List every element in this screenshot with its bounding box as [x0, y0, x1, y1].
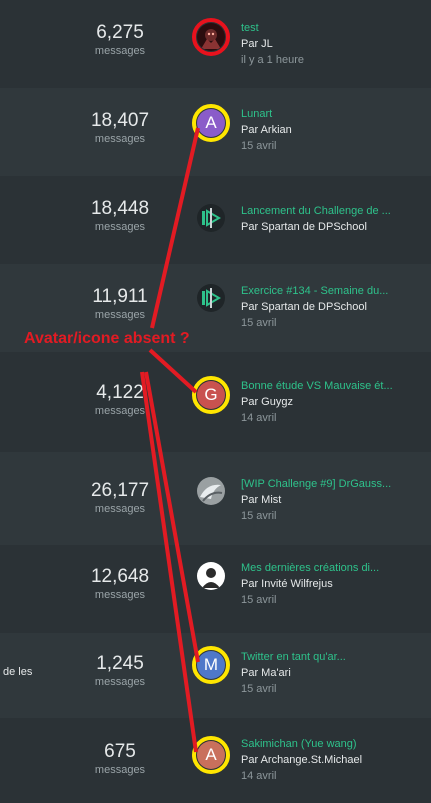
topic-info: test Par JL il y a 1 heure [241, 20, 421, 68]
count-label: messages [94, 405, 146, 417]
dpschool-logo-icon [197, 204, 225, 232]
count-label: messages [94, 221, 146, 233]
count-label: messages [94, 309, 146, 321]
topic-title-link[interactable]: Bonne étude VS Mauvaise ét... [241, 378, 421, 394]
topic-title-link[interactable]: Mes dernières créations di... [241, 560, 421, 576]
topic-author: Par Invité Wilfrejus [241, 578, 333, 590]
count-label: messages [94, 133, 146, 145]
topic-date: 14 avril [241, 770, 277, 782]
topic-author: Par Mist [241, 494, 282, 506]
message-count: 26,177 messages [60, 480, 180, 516]
highlight-ring [192, 646, 230, 684]
avatar[interactable]: A [192, 736, 230, 774]
avatar[interactable]: A [192, 104, 230, 142]
topic-author: Par Guygz [241, 396, 293, 408]
message-count: 12,648 messages [60, 566, 180, 602]
count-value: 18,448 [90, 198, 150, 219]
topic-title-link[interactable]: Exercice #134 - Semaine du... [241, 283, 421, 299]
topic-info: Sakimichan (Yue wang) Par Archange.St.Mi… [241, 736, 421, 784]
message-count: 1,245 messages [60, 653, 180, 689]
topic-author: Par Ma'ari [241, 667, 291, 679]
message-count: 18,407 messages [60, 110, 180, 146]
count-value: 26,177 [90, 480, 150, 501]
topic-author: Par Archange.St.Michael [241, 754, 363, 766]
topic-date: 15 avril [241, 140, 277, 152]
message-count: 4,122 messages [60, 382, 180, 418]
message-count: 18,448 messages [60, 198, 180, 234]
count-label: messages [94, 676, 146, 688]
default-user-icon [197, 562, 225, 590]
highlight-ring [192, 736, 230, 774]
annotation-text: Avatar/icone absent ? [24, 330, 190, 347]
count-label: messages [94, 45, 146, 57]
topic-info: Bonne étude VS Mauvaise ét... Par Guygz … [241, 378, 421, 426]
topic-date: 14 avril [241, 412, 277, 424]
count-label: messages [94, 764, 146, 776]
count-label: messages [94, 589, 146, 601]
topic-title-link[interactable]: Lancement du Challenge de ... [241, 203, 421, 219]
topic-date: 15 avril [241, 317, 277, 329]
dpschool-logo-icon [197, 284, 225, 312]
topic-date: il y a 1 heure [241, 54, 304, 66]
topic-title-link[interactable]: test [241, 20, 421, 36]
topic-author: Par Spartan de DPSchool [241, 301, 367, 313]
avatar[interactable] [196, 283, 226, 313]
topic-author: Par Spartan de DPSchool [241, 221, 367, 233]
message-count: 675 messages [60, 741, 180, 777]
count-label: messages [94, 503, 146, 515]
count-value: 18,407 [90, 110, 150, 131]
topic-author: Par Arkian [241, 124, 292, 136]
topic-info: [WIP Challenge #9] DrGauss... Par Mist 1… [241, 476, 421, 524]
count-value: 1,245 [96, 653, 144, 674]
avatar[interactable] [192, 18, 230, 56]
avatar[interactable]: M [192, 646, 230, 684]
highlight-ring [192, 18, 230, 56]
topic-title-link[interactable]: [WIP Challenge #9] DrGauss... [241, 476, 421, 492]
topic-info: Mes dernières créations di... Par Invité… [241, 560, 421, 608]
count-value: 12,648 [90, 566, 150, 587]
count-value: 6,275 [96, 22, 144, 43]
topic-info: Twitter en tant qu'ar... Par Ma'ari 15 a… [241, 649, 421, 697]
topic-title-link[interactable]: Sakimichan (Yue wang) [241, 736, 421, 752]
topic-info: Exercice #134 - Semaine du... Par Sparta… [241, 283, 421, 331]
topic-title-link[interactable]: Twitter en tant qu'ar... [241, 649, 421, 665]
avatar[interactable] [196, 476, 226, 506]
count-value: 675 [104, 741, 136, 762]
count-value: 11,911 [92, 286, 148, 307]
message-count: 6,275 messages [60, 22, 180, 58]
topic-info: Lancement du Challenge de ... Par Sparta… [241, 203, 421, 235]
message-count: 11,911 messages [60, 286, 180, 322]
highlight-ring [192, 376, 230, 414]
topic-date: 15 avril [241, 510, 277, 522]
topic-author: Par JL [241, 38, 273, 50]
topic-date: 15 avril [241, 594, 277, 606]
side-text: de les [3, 666, 33, 678]
avatar[interactable] [196, 203, 226, 233]
highlight-ring [192, 104, 230, 142]
topic-info: Lunart Par Arkian 15 avril [241, 106, 421, 154]
topic-title-link[interactable]: Lunart [241, 106, 421, 122]
avatar[interactable] [196, 561, 226, 591]
grey-sketch-avatar-icon [197, 477, 225, 505]
count-value: 4,122 [96, 382, 144, 403]
topic-date: 15 avril [241, 683, 277, 695]
avatar[interactable]: G [192, 376, 230, 414]
